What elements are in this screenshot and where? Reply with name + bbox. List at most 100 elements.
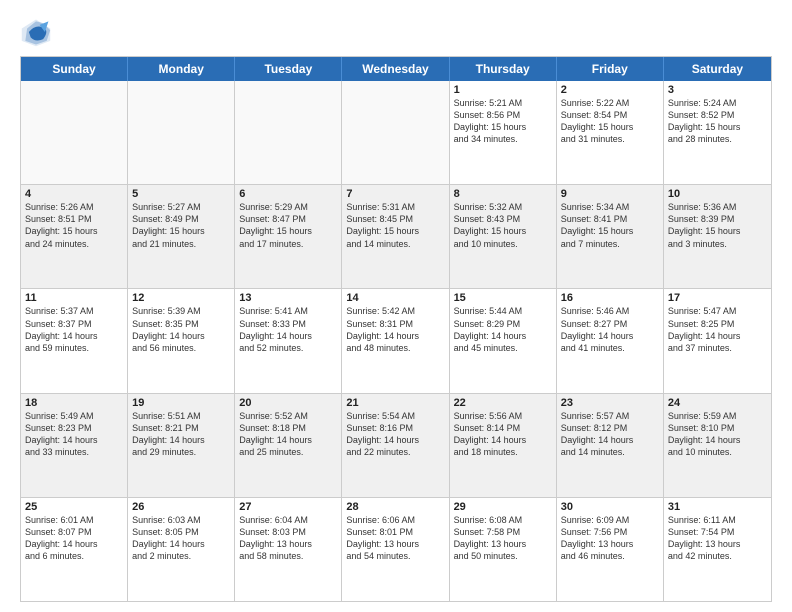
calendar-cell: 6Sunrise: 5:29 AM Sunset: 8:47 PM Daylig… <box>235 185 342 288</box>
calendar-cell: 7Sunrise: 5:31 AM Sunset: 8:45 PM Daylig… <box>342 185 449 288</box>
cell-text: Sunrise: 5:54 AM Sunset: 8:16 PM Dayligh… <box>346 410 444 459</box>
calendar-row: 4Sunrise: 5:26 AM Sunset: 8:51 PM Daylig… <box>21 185 771 289</box>
day-number: 19 <box>132 397 230 409</box>
calendar-cell: 14Sunrise: 5:42 AM Sunset: 8:31 PM Dayli… <box>342 289 449 392</box>
calendar-row: 25Sunrise: 6:01 AM Sunset: 8:07 PM Dayli… <box>21 498 771 601</box>
calendar-cell <box>128 81 235 184</box>
calendar-cell: 12Sunrise: 5:39 AM Sunset: 8:35 PM Dayli… <box>128 289 235 392</box>
calendar-row: 1Sunrise: 5:21 AM Sunset: 8:56 PM Daylig… <box>21 81 771 185</box>
calendar-cell: 22Sunrise: 5:56 AM Sunset: 8:14 PM Dayli… <box>450 394 557 497</box>
day-number: 3 <box>668 84 767 96</box>
cell-text: Sunrise: 5:27 AM Sunset: 8:49 PM Dayligh… <box>132 201 230 250</box>
day-number: 26 <box>132 501 230 513</box>
day-number: 31 <box>668 501 767 513</box>
calendar-row: 11Sunrise: 5:37 AM Sunset: 8:37 PM Dayli… <box>21 289 771 393</box>
calendar-cell: 18Sunrise: 5:49 AM Sunset: 8:23 PM Dayli… <box>21 394 128 497</box>
calendar-cell: 16Sunrise: 5:46 AM Sunset: 8:27 PM Dayli… <box>557 289 664 392</box>
day-number: 25 <box>25 501 123 513</box>
calendar-header-cell: Sunday <box>21 57 128 81</box>
calendar-header-cell: Saturday <box>664 57 771 81</box>
cell-text: Sunrise: 5:47 AM Sunset: 8:25 PM Dayligh… <box>668 305 767 354</box>
calendar-cell: 29Sunrise: 6:08 AM Sunset: 7:58 PM Dayli… <box>450 498 557 601</box>
day-number: 8 <box>454 188 552 200</box>
calendar-cell: 3Sunrise: 5:24 AM Sunset: 8:52 PM Daylig… <box>664 81 771 184</box>
cell-text: Sunrise: 5:41 AM Sunset: 8:33 PM Dayligh… <box>239 305 337 354</box>
logo-icon <box>20 16 52 48</box>
cell-text: Sunrise: 5:21 AM Sunset: 8:56 PM Dayligh… <box>454 97 552 146</box>
cell-text: Sunrise: 5:59 AM Sunset: 8:10 PM Dayligh… <box>668 410 767 459</box>
day-number: 9 <box>561 188 659 200</box>
day-number: 23 <box>561 397 659 409</box>
day-number: 4 <box>25 188 123 200</box>
cell-text: Sunrise: 5:46 AM Sunset: 8:27 PM Dayligh… <box>561 305 659 354</box>
day-number: 5 <box>132 188 230 200</box>
day-number: 22 <box>454 397 552 409</box>
cell-text: Sunrise: 5:32 AM Sunset: 8:43 PM Dayligh… <box>454 201 552 250</box>
calendar-cell: 30Sunrise: 6:09 AM Sunset: 7:56 PM Dayli… <box>557 498 664 601</box>
calendar-cell: 24Sunrise: 5:59 AM Sunset: 8:10 PM Dayli… <box>664 394 771 497</box>
cell-text: Sunrise: 5:36 AM Sunset: 8:39 PM Dayligh… <box>668 201 767 250</box>
cell-text: Sunrise: 5:39 AM Sunset: 8:35 PM Dayligh… <box>132 305 230 354</box>
calendar-header-cell: Friday <box>557 57 664 81</box>
cell-text: Sunrise: 5:34 AM Sunset: 8:41 PM Dayligh… <box>561 201 659 250</box>
calendar-body: 1Sunrise: 5:21 AM Sunset: 8:56 PM Daylig… <box>21 81 771 601</box>
calendar-cell: 2Sunrise: 5:22 AM Sunset: 8:54 PM Daylig… <box>557 81 664 184</box>
calendar-cell: 10Sunrise: 5:36 AM Sunset: 8:39 PM Dayli… <box>664 185 771 288</box>
calendar-cell: 26Sunrise: 6:03 AM Sunset: 8:05 PM Dayli… <box>128 498 235 601</box>
day-number: 17 <box>668 292 767 304</box>
calendar-cell <box>21 81 128 184</box>
day-number: 27 <box>239 501 337 513</box>
cell-text: Sunrise: 5:56 AM Sunset: 8:14 PM Dayligh… <box>454 410 552 459</box>
cell-text: Sunrise: 5:57 AM Sunset: 8:12 PM Dayligh… <box>561 410 659 459</box>
cell-text: Sunrise: 6:03 AM Sunset: 8:05 PM Dayligh… <box>132 514 230 563</box>
calendar-cell: 13Sunrise: 5:41 AM Sunset: 8:33 PM Dayli… <box>235 289 342 392</box>
calendar-cell: 9Sunrise: 5:34 AM Sunset: 8:41 PM Daylig… <box>557 185 664 288</box>
calendar-cell: 21Sunrise: 5:54 AM Sunset: 8:16 PM Dayli… <box>342 394 449 497</box>
calendar-header: SundayMondayTuesdayWednesdayThursdayFrid… <box>21 57 771 81</box>
day-number: 2 <box>561 84 659 96</box>
day-number: 1 <box>454 84 552 96</box>
calendar-cell: 19Sunrise: 5:51 AM Sunset: 8:21 PM Dayli… <box>128 394 235 497</box>
cell-text: Sunrise: 5:52 AM Sunset: 8:18 PM Dayligh… <box>239 410 337 459</box>
day-number: 24 <box>668 397 767 409</box>
calendar-cell: 28Sunrise: 6:06 AM Sunset: 8:01 PM Dayli… <box>342 498 449 601</box>
calendar-cell <box>235 81 342 184</box>
day-number: 28 <box>346 501 444 513</box>
calendar-header-cell: Thursday <box>450 57 557 81</box>
cell-text: Sunrise: 5:31 AM Sunset: 8:45 PM Dayligh… <box>346 201 444 250</box>
calendar-cell: 15Sunrise: 5:44 AM Sunset: 8:29 PM Dayli… <box>450 289 557 392</box>
calendar-cell: 25Sunrise: 6:01 AM Sunset: 8:07 PM Dayli… <box>21 498 128 601</box>
cell-text: Sunrise: 6:11 AM Sunset: 7:54 PM Dayligh… <box>668 514 767 563</box>
calendar-header-cell: Wednesday <box>342 57 449 81</box>
cell-text: Sunrise: 5:51 AM Sunset: 8:21 PM Dayligh… <box>132 410 230 459</box>
cell-text: Sunrise: 6:04 AM Sunset: 8:03 PM Dayligh… <box>239 514 337 563</box>
cell-text: Sunrise: 5:49 AM Sunset: 8:23 PM Dayligh… <box>25 410 123 459</box>
day-number: 29 <box>454 501 552 513</box>
day-number: 16 <box>561 292 659 304</box>
calendar-cell: 20Sunrise: 5:52 AM Sunset: 8:18 PM Dayli… <box>235 394 342 497</box>
day-number: 15 <box>454 292 552 304</box>
logo <box>20 16 56 48</box>
cell-text: Sunrise: 5:24 AM Sunset: 8:52 PM Dayligh… <box>668 97 767 146</box>
day-number: 11 <box>25 292 123 304</box>
page: SundayMondayTuesdayWednesdayThursdayFrid… <box>0 0 792 612</box>
day-number: 10 <box>668 188 767 200</box>
cell-text: Sunrise: 6:01 AM Sunset: 8:07 PM Dayligh… <box>25 514 123 563</box>
cell-text: Sunrise: 6:09 AM Sunset: 7:56 PM Dayligh… <box>561 514 659 563</box>
cell-text: Sunrise: 5:22 AM Sunset: 8:54 PM Dayligh… <box>561 97 659 146</box>
calendar-cell: 11Sunrise: 5:37 AM Sunset: 8:37 PM Dayli… <box>21 289 128 392</box>
calendar-row: 18Sunrise: 5:49 AM Sunset: 8:23 PM Dayli… <box>21 394 771 498</box>
calendar-cell: 17Sunrise: 5:47 AM Sunset: 8:25 PM Dayli… <box>664 289 771 392</box>
calendar-cell <box>342 81 449 184</box>
calendar-cell: 1Sunrise: 5:21 AM Sunset: 8:56 PM Daylig… <box>450 81 557 184</box>
cell-text: Sunrise: 5:29 AM Sunset: 8:47 PM Dayligh… <box>239 201 337 250</box>
calendar-cell: 31Sunrise: 6:11 AM Sunset: 7:54 PM Dayli… <box>664 498 771 601</box>
day-number: 14 <box>346 292 444 304</box>
day-number: 7 <box>346 188 444 200</box>
calendar-header-cell: Monday <box>128 57 235 81</box>
calendar: SundayMondayTuesdayWednesdayThursdayFrid… <box>20 56 772 602</box>
calendar-header-cell: Tuesday <box>235 57 342 81</box>
day-number: 6 <box>239 188 337 200</box>
day-number: 20 <box>239 397 337 409</box>
cell-text: Sunrise: 5:44 AM Sunset: 8:29 PM Dayligh… <box>454 305 552 354</box>
